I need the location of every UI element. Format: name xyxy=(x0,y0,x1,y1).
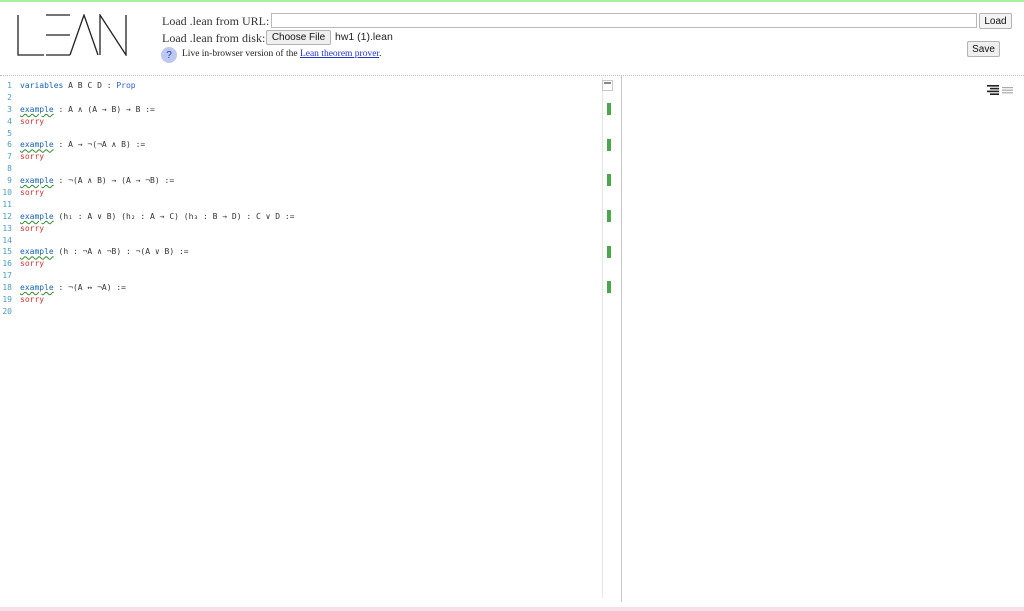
line-number: 1 xyxy=(7,81,12,90)
code-line[interactable]: 5 xyxy=(0,128,295,140)
tagline-prefix: Live in-browser version of the xyxy=(182,49,300,59)
code-text: : A → ¬(¬A ∧ B) := xyxy=(53,140,146,150)
code-line[interactable]: 1 variables A B C D : Prop xyxy=(0,80,295,92)
line-number: 12 xyxy=(2,211,12,221)
code-line[interactable]: 8 xyxy=(0,163,295,175)
line-number: 11 xyxy=(2,199,12,209)
code-text: (h : ¬A ∧ ¬B) : ¬(A ∨ B) := xyxy=(53,247,189,257)
code-text: A B C D : xyxy=(63,81,117,90)
tagline: Live in-browser version of the Lean theo… xyxy=(182,49,381,59)
code-line[interactable]: 11 xyxy=(0,199,295,211)
line-number: 7 xyxy=(7,152,12,162)
overview-ruler-top-icon xyxy=(602,80,613,91)
line-number: 3 xyxy=(7,104,12,114)
code-line[interactable]: 7 sorry xyxy=(0,151,295,163)
line-number: 20 xyxy=(2,306,12,316)
editor-overview-ruler[interactable] xyxy=(602,78,614,598)
ruler-mark xyxy=(607,245,611,258)
code-text: : A ∧ (A → B) → B := xyxy=(53,104,155,114)
chosen-file-name: hw1 (1).lean xyxy=(335,31,393,43)
help-icon[interactable]: ? xyxy=(161,47,177,63)
code-text: : ¬(A ∧ B) → (A → ¬B) := xyxy=(53,176,175,186)
tagline-suffix: . xyxy=(379,49,382,59)
sorry-keyword: sorry xyxy=(20,259,45,269)
code-line[interactable]: 20 xyxy=(0,306,295,318)
bottom-accent-line xyxy=(0,607,1024,611)
code-line[interactable]: 15 example (h : ¬A ∧ ¬B) : ¬(A ∨ B) := xyxy=(0,246,295,258)
code-line[interactable]: 9 example : ¬(A ∧ B) → (A → ¬B) := xyxy=(0,175,295,187)
code-line[interactable]: 18 example : ¬(A ↔ ¬A) := xyxy=(0,282,295,294)
info-panel xyxy=(622,76,1024,602)
type-name: Prop xyxy=(116,81,136,90)
code-text: : ¬(A ↔ ¬A) := xyxy=(53,283,126,293)
line-number: 18 xyxy=(2,283,12,293)
lean-logo xyxy=(17,14,127,56)
line-number: 5 xyxy=(7,128,12,138)
line-number: 16 xyxy=(2,259,12,269)
line-number: 4 xyxy=(7,116,12,126)
sorry-keyword: sorry xyxy=(20,116,45,126)
code-lines[interactable]: 1 variables A B C D : Prop 2 3 example : A ∧… xyxy=(0,80,295,318)
line-number: 14 xyxy=(2,235,12,245)
line-number: 9 xyxy=(7,176,12,186)
code-line[interactable]: 4 sorry xyxy=(0,116,295,128)
choose-file-button[interactable]: Choose File xyxy=(266,30,331,45)
code-line[interactable]: 19 sorry xyxy=(0,294,295,306)
code-line[interactable]: 17 xyxy=(0,270,295,282)
code-text: (h₁ : A ∨ B) (h₂ : A → C) (h₃ : B → D) :… xyxy=(53,211,295,221)
ruler-mark xyxy=(607,102,611,115)
example-keyword: example xyxy=(20,283,54,293)
line-number: 10 xyxy=(2,188,12,198)
url-label: Load .lean from URL: xyxy=(162,14,270,28)
ruler-mark xyxy=(607,174,611,187)
line-number: 13 xyxy=(2,223,12,233)
menu-lines-icon[interactable] xyxy=(987,85,1013,95)
code-line[interactable]: 3 example : A ∧ (A → B) → B := xyxy=(0,104,295,116)
code-line[interactable]: 13 sorry xyxy=(0,223,295,235)
example-keyword: example xyxy=(20,247,54,257)
ruler-mark xyxy=(607,281,611,294)
save-button[interactable]: Save xyxy=(967,41,1000,57)
example-keyword: example xyxy=(20,176,54,186)
line-number: 6 xyxy=(7,140,12,150)
ruler-mark xyxy=(607,138,611,151)
ruler-mark xyxy=(607,209,611,222)
keyword: variables xyxy=(20,81,64,90)
sorry-keyword: sorry xyxy=(20,295,45,305)
code-line[interactable]: 12 example (h₁ : A ∨ B) (h₂ : A → C) (h₃ … xyxy=(0,211,295,223)
example-keyword: example xyxy=(20,140,54,150)
code-line[interactable]: 16 sorry xyxy=(0,258,295,270)
line-number: 17 xyxy=(2,271,12,281)
code-line[interactable]: 14 xyxy=(0,235,295,247)
load-button[interactable]: Load xyxy=(979,13,1012,29)
example-keyword: example xyxy=(20,104,54,114)
top-accent-line xyxy=(0,0,1024,2)
line-number: 2 xyxy=(7,92,12,102)
sorry-keyword: sorry xyxy=(20,188,45,198)
code-line[interactable]: 2 xyxy=(0,92,295,104)
url-input[interactable] xyxy=(271,13,977,28)
code-line[interactable]: 10 sorry xyxy=(0,187,295,199)
line-number: 8 xyxy=(7,164,12,174)
line-number: 15 xyxy=(2,247,12,257)
code-line[interactable]: 6 example : A → ¬(¬A ∧ B) := xyxy=(0,139,295,151)
example-keyword: example xyxy=(20,211,54,221)
sorry-keyword: sorry xyxy=(20,223,45,233)
line-number: 19 xyxy=(2,295,12,305)
sorry-keyword: sorry xyxy=(20,152,45,162)
disk-label: Load .lean from disk: xyxy=(162,31,266,45)
lean-prover-link[interactable]: Lean theorem prover xyxy=(300,49,379,59)
